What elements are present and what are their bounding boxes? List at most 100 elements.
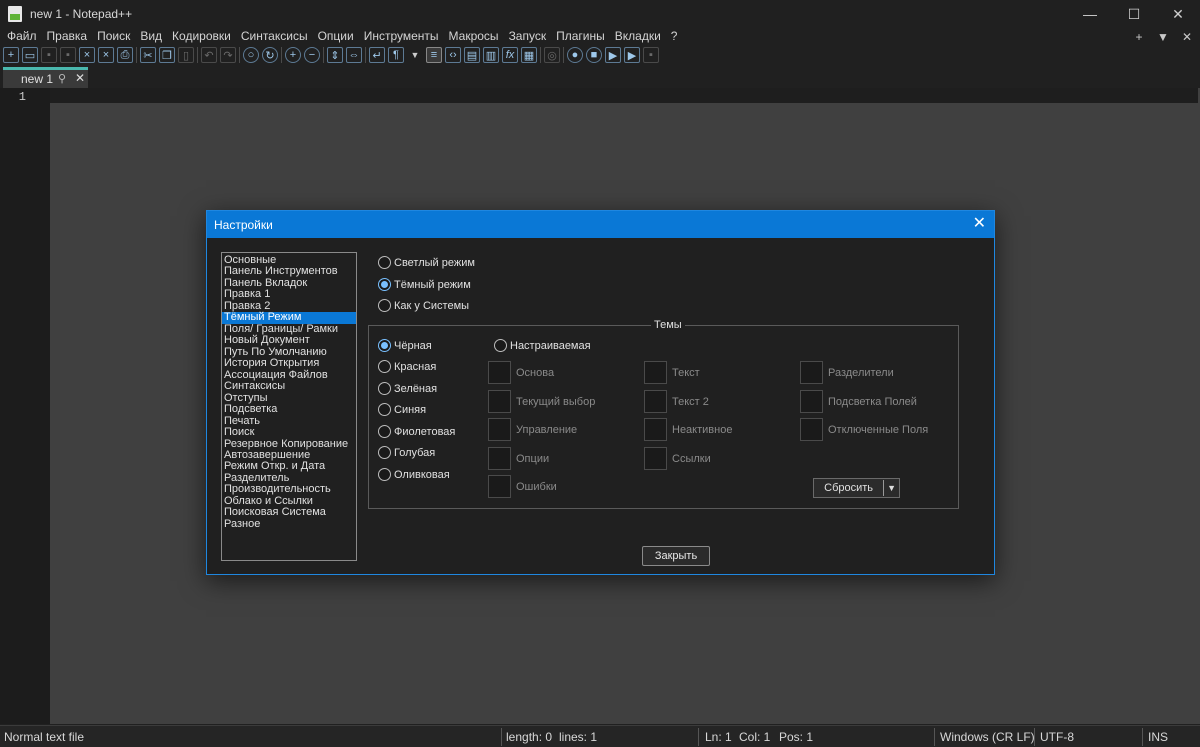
color-swatch-text2[interactable]: Текст 2 [644,390,709,413]
radio-theme-cyan[interactable]: Голубая [378,446,435,459]
color-box[interactable] [488,390,511,413]
menu-search[interactable]: Поиск [92,28,135,45]
show-all-chars-icon[interactable]: ¶ [388,47,404,63]
category-item[interactable]: История Открытия [222,357,356,369]
color-swatch-separators[interactable]: Разделители [800,361,894,384]
undo-icon[interactable]: ↶ [201,47,217,63]
radio-theme-black[interactable]: Чёрная [378,339,432,352]
radio-button[interactable] [378,360,391,373]
menu-file[interactable]: Файл [2,28,42,45]
radio-theme-blue[interactable]: Синяя [378,403,426,416]
open-file-icon[interactable]: ▭ [22,47,38,63]
sync-horizontal-icon[interactable]: ⇔ [346,47,362,63]
category-item[interactable]: Поиск [222,426,356,438]
radio-button-checked[interactable] [378,278,391,291]
reset-split-button[interactable]: Сбросить ▼ [813,478,900,498]
status-insert-mode[interactable]: INS [1148,730,1168,744]
color-box[interactable] [488,361,511,384]
current-line[interactable] [50,88,1198,103]
color-swatch-errors[interactable]: Ошибки [488,475,557,498]
menu-tools[interactable]: Инструменты [359,28,444,45]
radio-theme-purple[interactable]: Фиолетовая [378,425,455,438]
color-swatch-control[interactable]: Управление [488,418,577,441]
dropdown-icon[interactable]: ▼ [407,47,423,63]
color-box[interactable] [644,390,667,413]
menu-edit[interactable]: Правка [42,28,93,45]
radio-button-checked[interactable] [378,339,391,352]
find-icon[interactable]: ○ [243,47,259,63]
close-doc-icon[interactable]: ✕ [1180,30,1194,44]
color-box[interactable] [644,361,667,384]
radio-dark-mode[interactable]: Тёмный режим [378,278,471,291]
radio-button[interactable] [378,299,391,312]
close-tab-icon[interactable]: ✕ [75,71,85,85]
radio-button[interactable] [378,256,391,269]
color-box[interactable] [800,418,823,441]
color-swatch-text[interactable]: Текст [644,361,700,384]
menu-run[interactable]: Запуск [504,28,552,45]
category-item[interactable]: Подсветка [222,403,356,415]
record-macro-icon[interactable]: ● [567,47,583,63]
color-swatch-hot-edge[interactable]: Подсветка Полей [800,390,917,413]
doc-list-icon[interactable]: ▥ [483,47,499,63]
color-swatch-base[interactable]: Основа [488,361,554,384]
radio-button[interactable] [378,446,391,459]
cut-icon[interactable]: ✂ [140,47,156,63]
radio-button[interactable] [378,403,391,416]
menu-settings[interactable]: Опции [313,28,359,45]
radio-theme-custom[interactable]: Настраиваемая [494,339,591,352]
color-box[interactable] [800,390,823,413]
status-encoding[interactable]: UTF-8 [1040,730,1074,744]
close-window-button[interactable]: ✕ [1156,0,1200,28]
zoom-in-icon[interactable]: + [285,47,301,63]
menu-window[interactable]: Вкладки [610,28,666,45]
radio-theme-olive[interactable]: Оливковая [378,468,450,481]
menu-help[interactable]: ? [666,28,683,45]
indent-guide-icon[interactable]: ≡ [426,47,442,63]
radio-light-mode[interactable]: Светлый режим [378,256,475,269]
color-swatch-selection[interactable]: Текущий выбор [488,390,595,413]
stop-macro-icon[interactable]: ■ [586,47,602,63]
color-box[interactable] [644,418,667,441]
close-button[interactable]: Закрыть [642,546,710,566]
zoom-out-icon[interactable]: − [304,47,320,63]
color-box[interactable] [488,475,511,498]
menu-view[interactable]: Вид [135,28,167,45]
minimize-button[interactable]: — [1068,0,1112,28]
copy-icon[interactable]: ❐ [159,47,175,63]
new-tab-icon[interactable]: + [1132,30,1146,44]
save-all-icon[interactable]: ▪ [60,47,76,63]
play-macro-icon[interactable]: ▶ [605,47,621,63]
radio-theme-green[interactable]: Зелёная [378,382,437,395]
close-icon[interactable]: × [79,47,95,63]
function-list-icon[interactable]: fx [502,47,518,63]
radio-button[interactable] [378,425,391,438]
menu-encoding[interactable]: Кодировки [167,28,236,45]
close-all-icon[interactable]: × [98,47,114,63]
tab-new-1[interactable]: new 1 ⚲ ✕ [3,67,88,88]
save-icon[interactable]: ▪ [41,47,57,63]
color-swatch-inactive[interactable]: Неактивное [644,418,732,441]
radio-button[interactable] [494,339,507,352]
chevron-down-icon[interactable]: ▼ [884,483,899,493]
color-box[interactable] [488,418,511,441]
radio-button[interactable] [378,382,391,395]
color-box[interactable] [488,447,511,470]
color-swatch-options[interactable]: Опции [488,447,549,470]
category-item[interactable]: Синтаксисы [222,380,356,392]
redo-icon[interactable]: ↷ [220,47,236,63]
status-eol[interactable]: Windows (CR LF) [940,730,1035,744]
radio-theme-red[interactable]: Красная [378,360,436,373]
new-file-icon[interactable]: + [3,47,19,63]
doc-map-icon[interactable]: ▤ [464,47,480,63]
reset-button[interactable]: Сбросить [814,482,883,494]
menu-language[interactable]: Синтаксисы [236,28,313,45]
replace-icon[interactable]: ↻ [262,47,278,63]
save-macro-icon[interactable]: ▪ [643,47,659,63]
paste-icon[interactable]: ▯ [178,47,194,63]
color-box[interactable] [800,361,823,384]
color-swatch-links[interactable]: Ссылки [644,447,711,470]
menu-plugins[interactable]: Плагины [551,28,610,45]
radio-button[interactable] [378,468,391,481]
category-item[interactable]: Разное [222,518,356,530]
